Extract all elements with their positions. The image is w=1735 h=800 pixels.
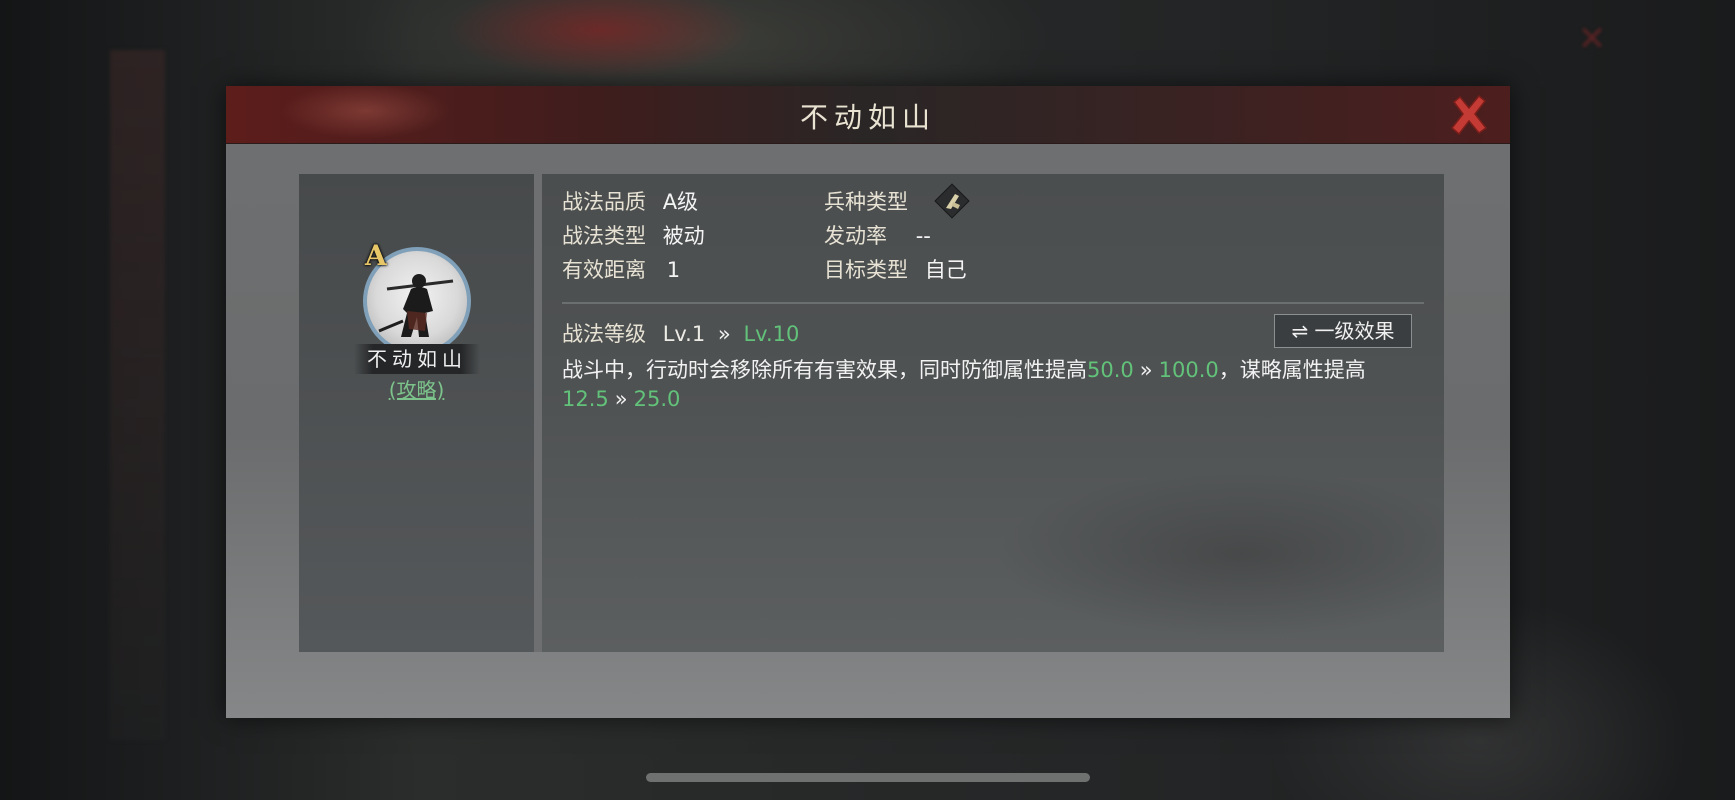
quality-value: A级 bbox=[662, 190, 699, 214]
quality-row: 战法品质 A级 bbox=[562, 186, 698, 216]
skill-card-panel bbox=[299, 174, 534, 652]
desc-text-1: 战斗中，行动时会移除所有有害效果，同时防御属性提高 bbox=[562, 358, 1087, 382]
intellect-arrow-icon: » bbox=[614, 387, 628, 411]
close-button[interactable] bbox=[1446, 92, 1492, 138]
trigger-rate-label: 发动率 bbox=[824, 224, 887, 248]
skill-grade-letter: A bbox=[365, 239, 387, 272]
intellect-to: 25.0 bbox=[633, 387, 681, 411]
defense-arrow-icon: » bbox=[1139, 358, 1153, 382]
close-x-icon bbox=[1450, 94, 1488, 136]
target-type-value: 自己 bbox=[924, 258, 967, 282]
skill-avatar: A bbox=[363, 239, 471, 355]
unit-type-row: 兵种类型 bbox=[824, 186, 908, 216]
unit-type-label: 兵种类型 bbox=[824, 190, 908, 214]
home-indicator[interactable] bbox=[646, 773, 1090, 782]
desc-text-2: ，谋略属性提高 bbox=[1218, 358, 1366, 382]
skill-name-plate: 不动如山 bbox=[354, 344, 480, 374]
skill-type-row: 战法类型 被动 bbox=[562, 220, 705, 250]
intellect-from: 12.5 bbox=[562, 387, 609, 411]
level-to: Lv.10 bbox=[743, 322, 800, 346]
range-row: 有效距离 1 bbox=[562, 254, 680, 284]
target-type-row: 目标类型 自己 bbox=[824, 254, 967, 284]
skill-name: 不动如山 bbox=[367, 347, 467, 371]
skill-description: 战斗中，行动时会移除所有有害效果，同时防御属性提高50.0» 100.0，谋略属性… bbox=[562, 356, 1424, 414]
trigger-rate-row: 发动率 -- bbox=[824, 220, 931, 250]
defense-to: 100.0 bbox=[1158, 358, 1219, 382]
panel-divider bbox=[534, 174, 542, 652]
level-arrow-icon: » bbox=[717, 322, 731, 346]
troop-type-icon bbox=[933, 182, 971, 220]
range-label: 有效距离 bbox=[562, 258, 646, 282]
guide-link[interactable]: (攻略) bbox=[299, 374, 534, 403]
target-type-label: 目标类型 bbox=[824, 258, 908, 282]
skill-type-value: 被动 bbox=[662, 224, 705, 248]
skill-type-label: 战法类型 bbox=[562, 224, 646, 248]
range-value: 1 bbox=[666, 258, 681, 282]
level-from: Lv.1 bbox=[662, 322, 706, 346]
defense-from: 50.0 bbox=[1087, 358, 1134, 382]
background-close-icon: ✕ bbox=[1577, 19, 1607, 59]
section-divider bbox=[562, 302, 1424, 304]
skill-level-row: 战法等级 Lv.1 » Lv.10 bbox=[562, 318, 799, 348]
quality-label: 战法品质 bbox=[562, 190, 646, 214]
background-side-menu bbox=[110, 50, 165, 740]
dialog-title-bar: 不动如山 bbox=[226, 86, 1510, 144]
skill-detail-dialog: 不动如山 A 不动如山 (攻略) 战法品质 A级 战法类型 被动 有效距离 1 … bbox=[226, 86, 1510, 718]
trigger-rate-value: -- bbox=[915, 224, 931, 248]
first-level-effect-button[interactable]: ⇌ 一级效果 bbox=[1274, 314, 1412, 348]
dialog-title: 不动如山 bbox=[799, 101, 936, 134]
level-label: 战法等级 bbox=[562, 322, 646, 346]
